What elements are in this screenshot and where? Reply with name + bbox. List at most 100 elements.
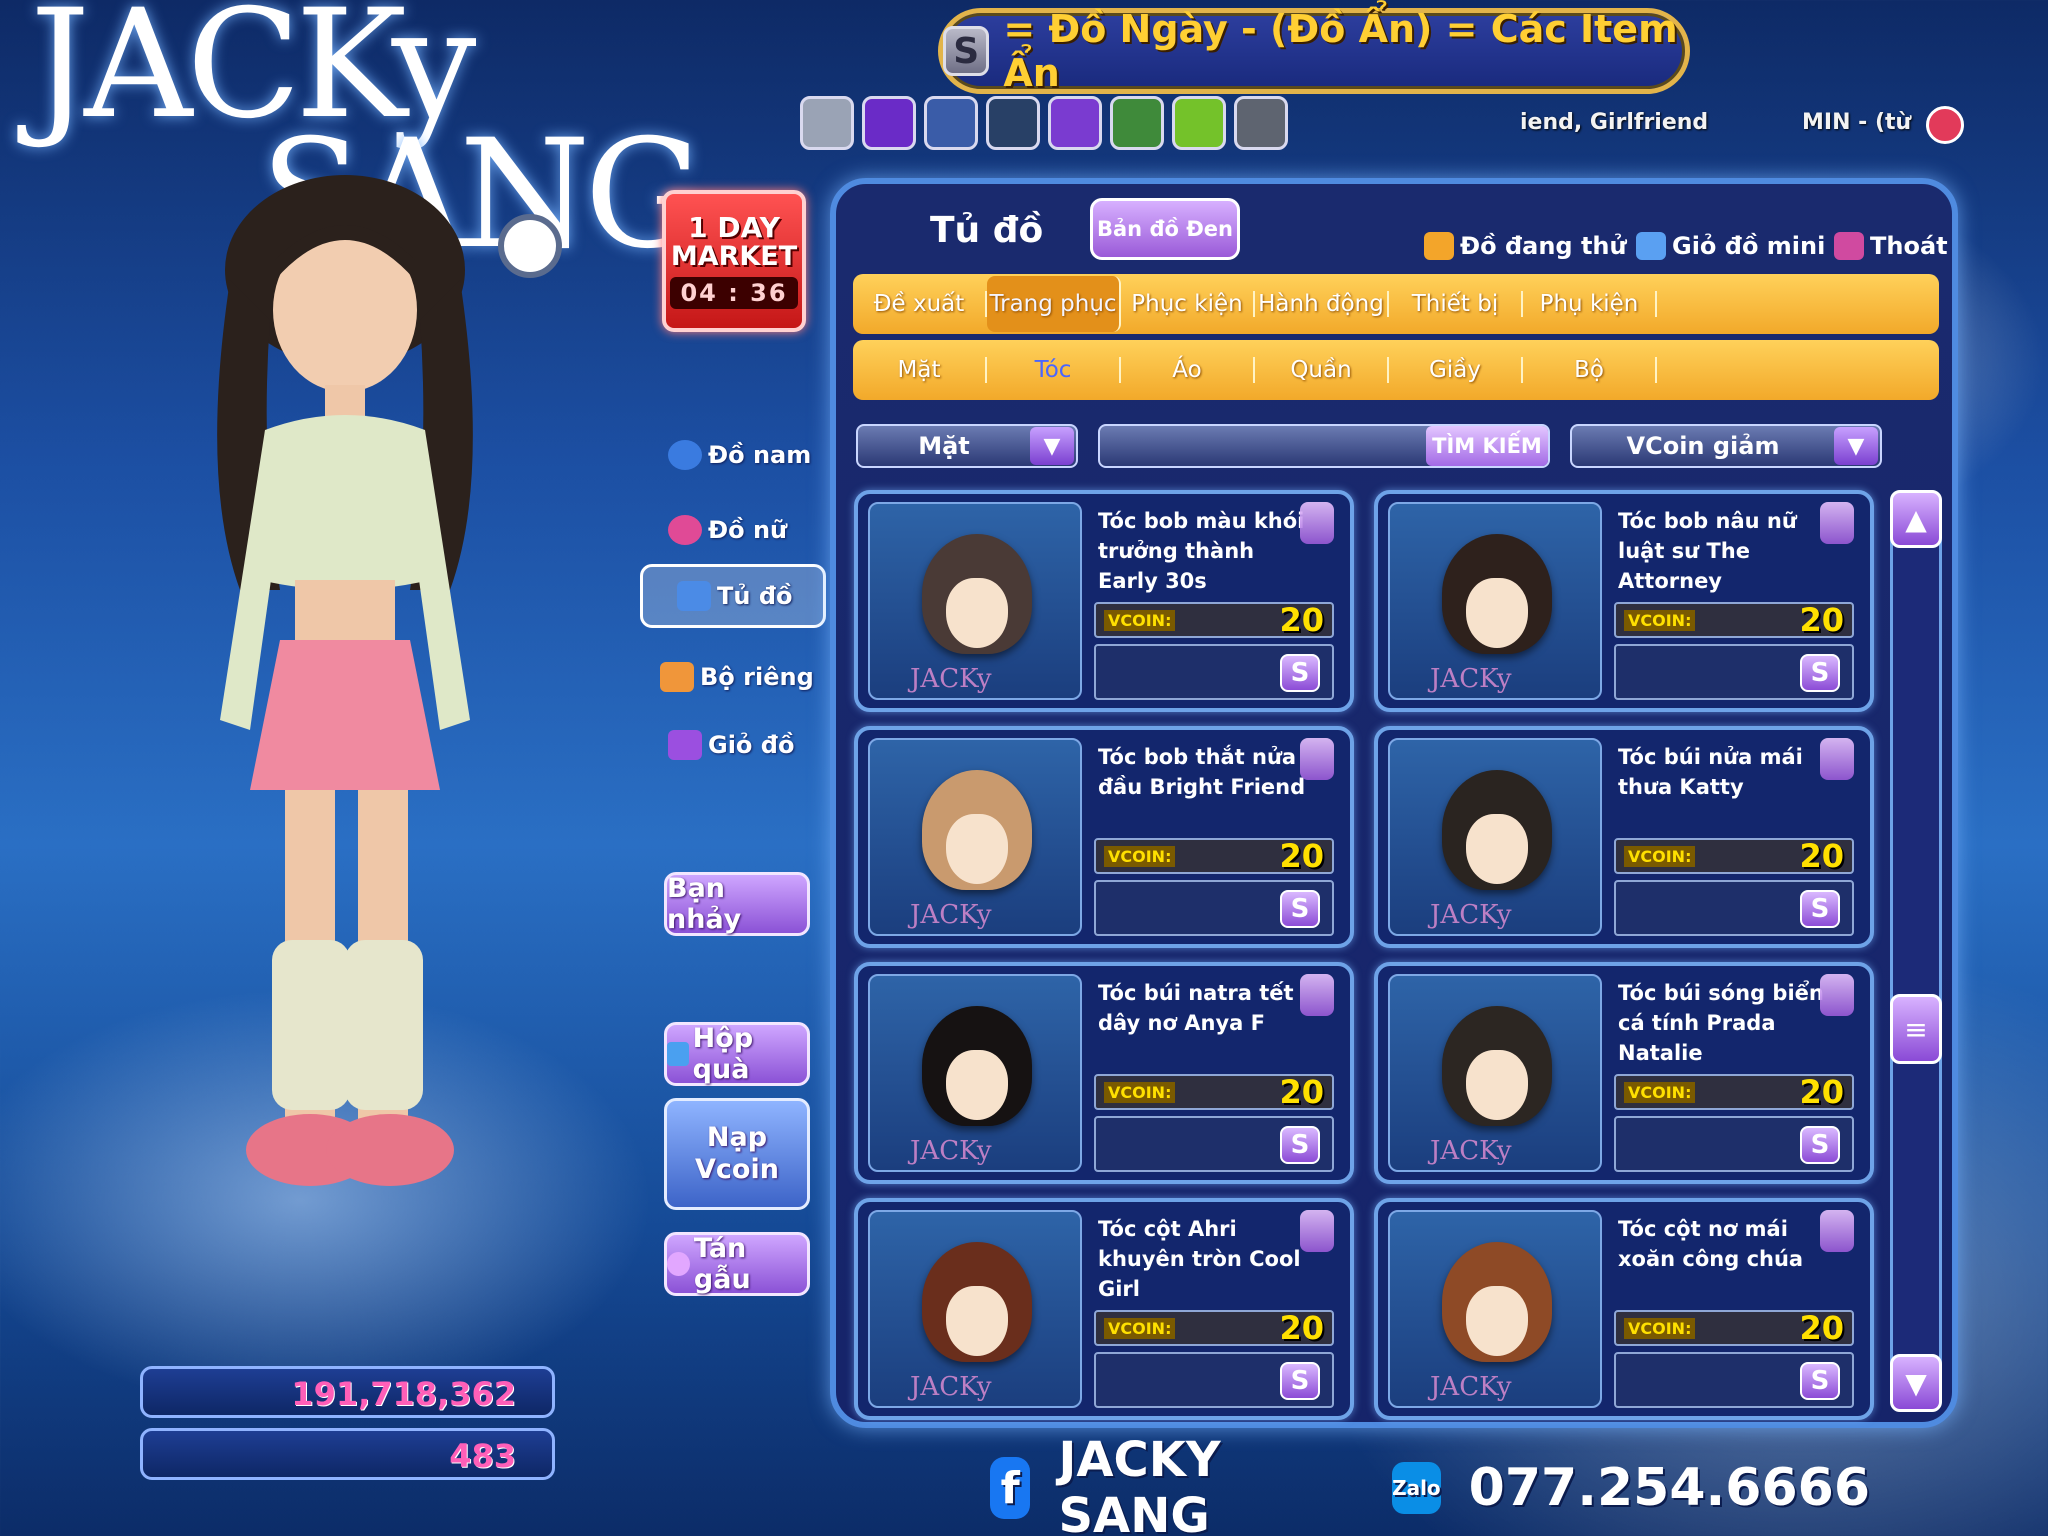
subtab-quan[interactable]: Quần [1255,357,1389,383]
phone-number[interactable]: 077.254.6666 [1469,1458,1870,1518]
watermark-text: JACKy [910,664,992,694]
cart-icon [668,730,702,760]
one-day-market-button[interactable]: 1 DAY MARKET 04 : 36 [662,190,806,332]
watermark-text: JACKy [910,1136,992,1166]
market-line2: MARKET [670,241,798,272]
quick-icon-5[interactable] [1048,96,1102,150]
item-thumbnail: JACKy [1388,1210,1602,1408]
scroll-up-icon[interactable]: ▲ [1890,490,1942,548]
hop-qua-button[interactable]: Hộp quà [664,1022,810,1086]
lock-icon [1820,738,1854,780]
gio-do-mini-link[interactable]: Giỏ đồ mini [1636,232,1825,260]
chevron-down-icon[interactable]: ▼ [1834,427,1878,465]
price-bar: VCOIN: 20 [1614,1309,1854,1347]
lock-icon [1820,974,1854,1016]
quick-icon-2[interactable] [862,96,916,150]
item-card[interactable]: JACKy Tóc cột Ahri khuyên tròn Cool Girl… [854,1198,1354,1420]
s-button[interactable]: S [1800,890,1840,928]
tab-thiet-bi[interactable]: Thiết bị [1389,291,1523,317]
tab-trang-phuc[interactable]: Trang phục [987,276,1121,332]
item-card[interactable]: JACKy Tóc bob nâu nữ luật sư The Attorne… [1374,490,1874,712]
face-preview [946,814,1008,884]
hair-preview [1442,1242,1552,1362]
item-card[interactable]: JACKy Tóc cột nơ mái xoăn công chúa VCOI… [1374,1198,1874,1420]
tab-de-xuat[interactable]: Đề xuất [853,291,987,317]
subtab-toc[interactable]: Tóc [987,357,1121,383]
item-card[interactable]: JACKy Tóc búi natra tết dây nơ Anya F VC… [854,962,1354,1184]
close-red-icon[interactable] [1926,106,1964,144]
do-dang-thu-link[interactable]: Đồ đang thử [1424,232,1627,260]
thoat-label: Thoát [1870,232,1948,260]
scroll-down-icon[interactable]: ▼ [1890,1354,1942,1412]
ban-nhay-button[interactable]: Bạn nhảy [664,872,810,936]
item-price: 20 [1799,601,1844,639]
s-button[interactable]: S [1280,1362,1320,1400]
subtab-giay[interactable]: Giầy [1389,357,1523,383]
friend-link[interactable]: iend, Girlfriend [1520,110,1708,135]
search-button[interactable]: TÌM KIẾM [1426,426,1548,466]
item-card[interactable]: JACKy Tóc bob màu khói trưởng thành Earl… [854,490,1354,712]
ban-do-den-button[interactable]: Bản đồ Đen [1090,198,1240,260]
market-line1: 1 DAY [688,211,780,244]
exit-door-icon [1834,232,1864,260]
tab-phuc-kien[interactable]: Phục kiện [1121,291,1255,317]
hop-qua-label: Hộp quà [692,1023,754,1085]
quick-icon-7[interactable] [1172,96,1226,150]
item-name: Tóc búi natra tết dây nơ Anya F [1098,981,1294,1035]
action-bar: S [1614,644,1854,700]
menu-icon[interactable]: ≡ [1890,994,1942,1064]
menu-do-nam-label: Đồ nam [708,441,812,469]
s-button[interactable]: S [1800,1362,1840,1400]
menu-do-nu[interactable]: Đồ nữ [668,515,787,545]
chevron-down-icon[interactable]: ▼ [1030,427,1074,465]
watermark-text: JACKy [1430,1136,1512,1166]
tab-hanh-dong[interactable]: Hành động [1255,291,1389,317]
action-bar: S [1094,644,1334,700]
subtab-mat[interactable]: Mặt [853,357,987,383]
vcoin-label: VCOIN: [1104,609,1176,631]
tab-phu-kien[interactable]: Phụ kiện [1523,291,1657,317]
menu-tu-do[interactable]: Tủ đồ [640,564,826,628]
lock-icon [1300,502,1334,544]
item-card[interactable]: JACKy Tóc bob thắt nửa đầu Bright Friend… [854,726,1354,948]
vcoin-label: VCOIN: [1104,1081,1176,1103]
quick-icon-3[interactable] [924,96,978,150]
menu-gio-do[interactable]: Giỏ đồ [668,730,794,760]
facebook-icon[interactable]: f [990,1457,1031,1519]
menu-bo-rieng[interactable]: Bộ riêng [660,662,814,692]
s-button[interactable]: S [1280,1126,1320,1164]
scrollbar-track[interactable] [1890,490,1942,1412]
zalo-icon[interactable]: Zalo [1392,1462,1441,1514]
item-card[interactable]: JACKy Tóc búi sóng biển cá tính Prada Na… [1374,962,1874,1184]
subtab-bo[interactable]: Bộ [1523,357,1657,383]
quick-icon-4[interactable] [986,96,1040,150]
banner-text: = Đồ Ngày - (Đồ Ẩn) = Các Item Ẩn [1003,7,1678,95]
main-tab-bar: Đề xuất Trang phục Phục kiện Hành động T… [853,274,1939,334]
lock-icon [1820,502,1854,544]
s-button[interactable]: S [1800,1126,1840,1164]
chat-icon [667,1252,690,1276]
face-preview [946,578,1008,648]
min-link[interactable]: MIN - (từ [1802,110,1911,135]
s-button[interactable]: S [1280,890,1320,928]
action-bar: S [1094,1352,1334,1408]
tan-gau-label: Tán gẫu [693,1233,751,1295]
quick-icon-6[interactable] [1110,96,1164,150]
menu-do-nam[interactable]: Đồ nam [668,440,811,470]
vcoin-label: VCOIN: [1624,1081,1696,1103]
quick-icon-1[interactable] [800,96,854,150]
quick-icon-8[interactable] [1234,96,1288,150]
thoat-link[interactable]: Thoát [1834,232,1948,260]
sort-select[interactable]: VCoin giảm ▼ [1570,424,1882,468]
s-button[interactable]: S [1280,654,1320,692]
item-card[interactable]: JACKy Tóc búi nửa mái thưa Katty VCOIN: 2… [1374,726,1874,948]
nap-vcoin-button[interactable]: Nạp Vcoin [664,1098,810,1210]
market-timer: 04 : 36 [670,277,798,309]
facebook-name[interactable]: JACKY SANG [1058,1432,1274,1536]
category-select[interactable]: Mặt ▼ [856,424,1078,468]
tan-gau-button[interactable]: Tán gẫu [664,1232,810,1296]
item-thumbnail: JACKy [1388,502,1602,700]
vcoin-label: VCOIN: [1624,845,1696,867]
subtab-ao[interactable]: Áo [1121,357,1255,383]
s-button[interactable]: S [1800,654,1840,692]
